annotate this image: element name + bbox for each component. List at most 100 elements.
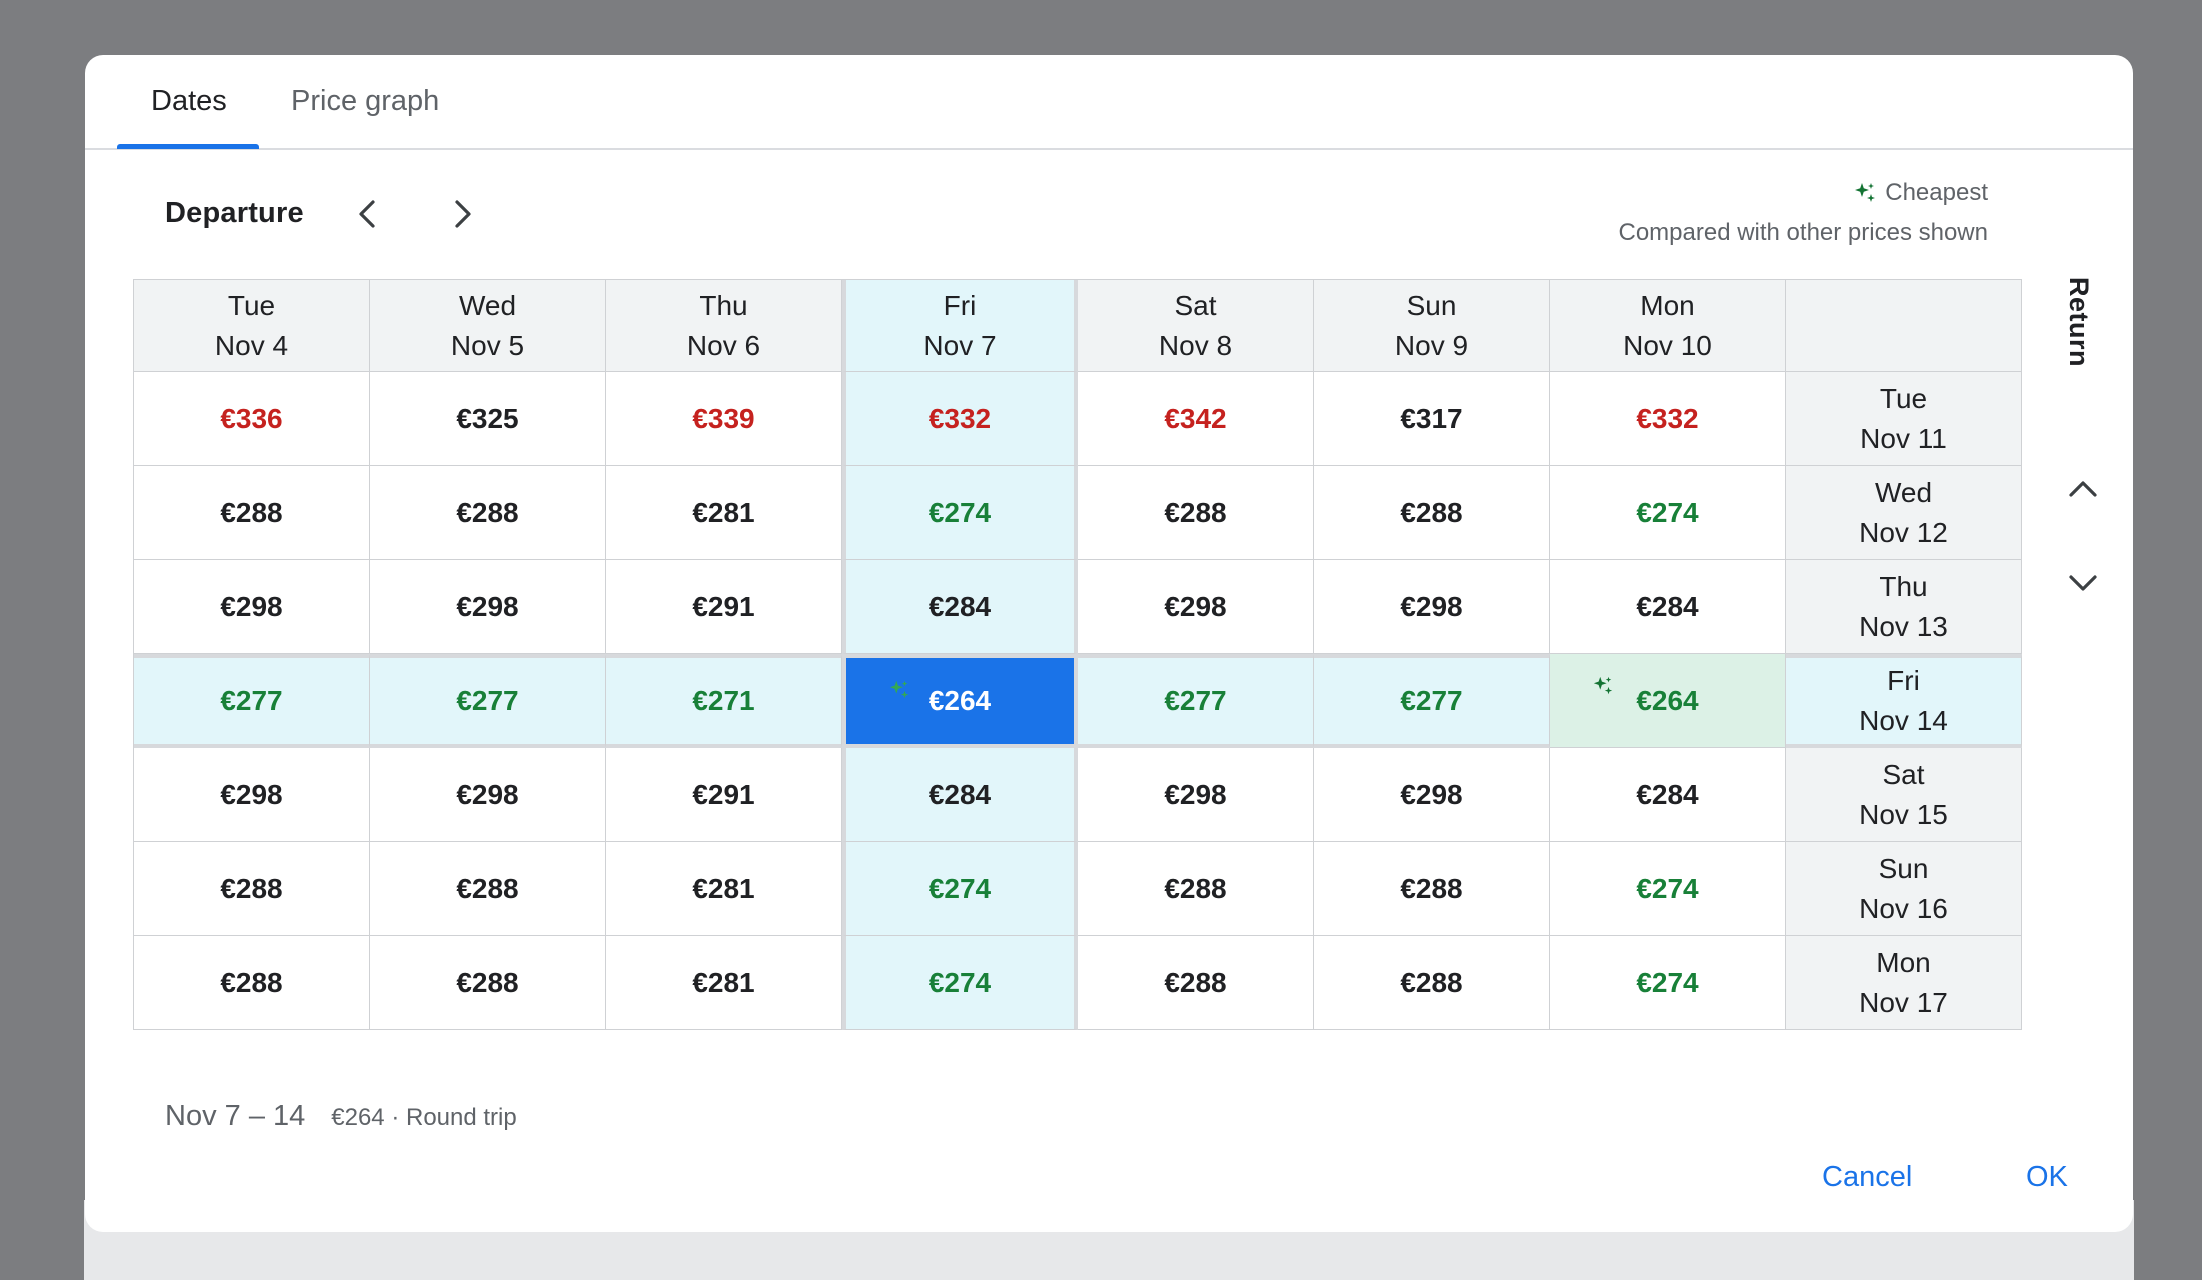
- price-value: €281: [692, 966, 755, 998]
- price-value: €298: [1164, 778, 1227, 810]
- price-cell[interactable]: €281: [606, 466, 842, 560]
- price-value: €281: [692, 872, 755, 904]
- price-value: €288: [456, 966, 519, 998]
- price-cell[interactable]: €288: [1078, 842, 1314, 936]
- header-day: Mon: [1876, 946, 1931, 978]
- price-cell[interactable]: €288: [1314, 936, 1550, 1030]
- price-cell[interactable]: €317: [1314, 372, 1550, 466]
- price-cell[interactable]: €274: [1550, 466, 1786, 560]
- price-cell[interactable]: €298: [134, 560, 370, 654]
- previous-departure-button[interactable]: [339, 186, 395, 242]
- price-cell[interactable]: €339: [606, 372, 842, 466]
- header-day: Sun: [1878, 852, 1929, 884]
- active-tab-indicator: [117, 144, 259, 149]
- price-cell[interactable]: €342: [1078, 372, 1314, 466]
- price-value: €288: [1400, 872, 1463, 904]
- header-day: Sun: [1406, 289, 1457, 321]
- price-value: €298: [220, 778, 283, 810]
- price-cell[interactable]: €274: [842, 842, 1078, 936]
- chevron-left-icon: [359, 200, 375, 228]
- header-date: Nov 16: [1859, 892, 1948, 924]
- price-cell[interactable]: €284: [1550, 748, 1786, 842]
- departure-label: Departure: [165, 197, 304, 229]
- price-grid: Tue Nov 4 Wed Nov 5 Thu Nov 6 Fri Nov 7 Sat Nov 8…: [133, 279, 2022, 1030]
- header-day: Wed: [1874, 476, 1933, 508]
- next-return-button[interactable]: [2058, 558, 2108, 608]
- price-cell[interactable]: €274: [1550, 842, 1786, 936]
- price-cell[interactable]: €264: [842, 654, 1078, 748]
- header-date: Nov 8: [1158, 329, 1233, 361]
- price-cell[interactable]: €288: [1314, 466, 1550, 560]
- legend-description: Compared with other prices shown: [1618, 219, 1988, 246]
- price-cell[interactable]: €284: [1550, 560, 1786, 654]
- price-cell[interactable]: €277: [1078, 654, 1314, 748]
- price-cell[interactable]: €332: [1550, 372, 1786, 466]
- header-day: Mon: [1640, 289, 1695, 321]
- price-cell[interactable]: €298: [134, 748, 370, 842]
- price-cell[interactable]: €298: [1078, 560, 1314, 654]
- price-value: €298: [1400, 778, 1463, 810]
- header-date: Nov 13: [1859, 610, 1948, 642]
- price-value: €288: [1164, 496, 1227, 528]
- price-value: €288: [1164, 966, 1227, 998]
- price-value: €288: [456, 496, 519, 528]
- price-cell[interactable]: €291: [606, 560, 842, 654]
- price-cell[interactable]: €274: [842, 466, 1078, 560]
- price-cell[interactable]: €288: [134, 936, 370, 1030]
- price-cell[interactable]: €271: [606, 654, 842, 748]
- price-cell[interactable]: €277: [370, 654, 606, 748]
- price-cell[interactable]: €284: [842, 560, 1078, 654]
- price-value: €274: [928, 966, 992, 998]
- price-cell[interactable]: €298: [1314, 748, 1550, 842]
- price-cell[interactable]: €332: [842, 372, 1078, 466]
- price-cell[interactable]: €336: [134, 372, 370, 466]
- price-cell[interactable]: €298: [370, 560, 606, 654]
- header-day: Fri: [943, 289, 977, 321]
- price-cell[interactable]: €277: [1314, 654, 1550, 748]
- tab-dates[interactable]: Dates: [151, 85, 227, 118]
- price-value: €298: [456, 778, 519, 810]
- price-value: €339: [692, 402, 755, 434]
- header-day: Sat: [1882, 758, 1925, 790]
- price-cell[interactable]: €281: [606, 936, 842, 1030]
- price-cell[interactable]: €288: [134, 466, 370, 560]
- cancel-button[interactable]: Cancel: [1822, 1161, 1912, 1194]
- header-date: Nov 14: [1859, 705, 1948, 736]
- date-grid-dialog: Dates Price graph Departure Cheapest Com…: [85, 55, 2133, 1232]
- price-cell[interactable]: €298: [1078, 748, 1314, 842]
- previous-return-button[interactable]: [2058, 464, 2108, 514]
- price-value: €277: [1164, 685, 1227, 716]
- price-cell[interactable]: €288: [134, 842, 370, 936]
- price-cell[interactable]: €277: [134, 654, 370, 748]
- price-cell[interactable]: €288: [1314, 842, 1550, 936]
- price-value: €274: [1636, 496, 1699, 528]
- price-cell[interactable]: €274: [1550, 936, 1786, 1030]
- price-value: €284: [1636, 590, 1699, 622]
- price-value: €288: [220, 966, 283, 998]
- price-value: €277: [1400, 685, 1463, 716]
- price-cell[interactable]: €281: [606, 842, 842, 936]
- price-cell[interactable]: €288: [370, 466, 606, 560]
- price-cell[interactable]: €298: [1314, 560, 1550, 654]
- price-value: €274: [1636, 966, 1699, 998]
- price-value: €284: [928, 778, 992, 810]
- price-cell[interactable]: €288: [370, 936, 606, 1030]
- return-row-header: Sat Nov 15: [1786, 748, 2022, 842]
- price-cell[interactable]: €291: [606, 748, 842, 842]
- price-cell[interactable]: €288: [1078, 466, 1314, 560]
- next-departure-button[interactable]: [435, 186, 491, 242]
- price-cell[interactable]: €325: [370, 372, 606, 466]
- price-cell[interactable]: €288: [370, 842, 606, 936]
- price-cell[interactable]: €288: [1078, 936, 1314, 1030]
- price-value: €336: [220, 402, 283, 434]
- price-value: €298: [1400, 590, 1463, 622]
- ok-button[interactable]: OK: [2026, 1161, 2068, 1194]
- price-cell[interactable]: €274: [842, 936, 1078, 1030]
- tab-price-graph[interactable]: Price graph: [291, 85, 439, 118]
- return-row-header: Mon Nov 17: [1786, 936, 2022, 1030]
- header-date: Nov 15: [1859, 798, 1948, 830]
- price-cell[interactable]: €298: [370, 748, 606, 842]
- price-cell[interactable]: €264: [1550, 654, 1786, 748]
- price-value: €342: [1164, 402, 1227, 434]
- price-cell[interactable]: €284: [842, 748, 1078, 842]
